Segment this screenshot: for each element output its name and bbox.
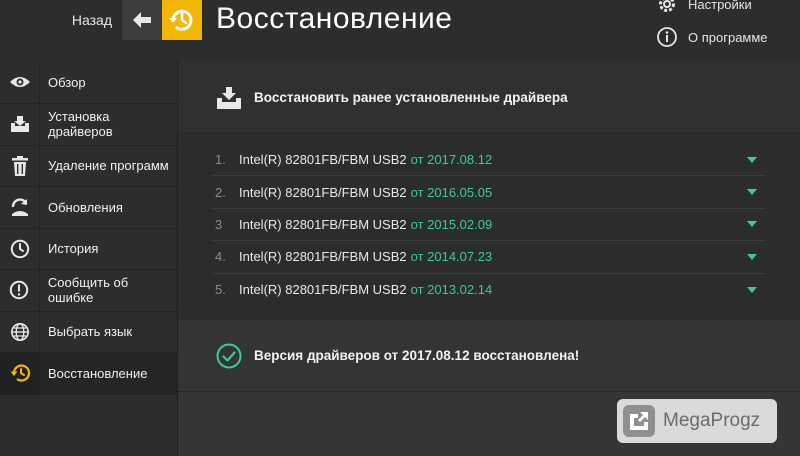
driver-number: 1.	[215, 152, 226, 168]
globe-icon	[0, 311, 40, 352]
sidebar-item-uninstall[interactable]: Удаление программ	[0, 145, 177, 187]
success-message: Версия драйверов от 2017.08.12 восстанов…	[254, 348, 580, 363]
driver-row[interactable]: 1. Intel(R) 82801FB/FBM USB2 от 2017.08.…	[213, 144, 765, 177]
sidebar-item-restore[interactable]: Восстановление	[0, 353, 177, 395]
back-link[interactable]: Назад	[0, 0, 122, 40]
restore-header-icon	[162, 0, 202, 40]
driver-row[interactable]: 2. Intel(R) 82801FB/FBM USB2 от 2016.05.…	[213, 176, 765, 209]
update-icon	[0, 187, 40, 228]
clock-icon	[0, 228, 40, 269]
driver-date: от 2014.07.23	[410, 249, 493, 265]
trash-icon	[0, 145, 40, 186]
driver-name: Intel(R) 82801FB/FBM USB2	[239, 184, 407, 200]
chevron-down-icon[interactable]	[747, 253, 757, 260]
driver-row[interactable]: 3 Intel(R) 82801FB/FBM USB2 от 2015.02.0…	[213, 209, 765, 242]
arrow-left-icon	[133, 12, 151, 28]
main-panel: Восстановить ранее установленные драйвер…	[178, 62, 800, 456]
driver-name: Intel(R) 82801FB/FBM USB2	[239, 152, 407, 168]
sidebar-item-label: Обзор	[48, 74, 86, 90]
driver-number: 2.	[215, 184, 226, 200]
settings-label: Настройки	[688, 0, 752, 12]
sidebar-item-updates[interactable]: Обновления	[0, 187, 177, 229]
sidebar-item-history[interactable]: История	[0, 228, 177, 270]
watermark-logo-icon	[623, 405, 655, 437]
driver-list: 1. Intel(R) 82801FB/FBM USB2 от 2017.08.…	[178, 134, 800, 320]
chevron-down-icon[interactable]	[747, 156, 757, 163]
about-label: О программе	[688, 29, 768, 45]
driver-name: Intel(R) 82801FB/FBM USB2	[239, 282, 407, 298]
header: Назад Восстановление Настройки О програм…	[0, 0, 800, 62]
driver-name: Intel(R) 82801FB/FBM USB2	[239, 249, 407, 265]
check-circle-icon	[216, 343, 242, 368]
driver-row[interactable]: 4. Intel(R) 82801FB/FBM USB2 от 2014.07.…	[213, 241, 765, 274]
driver-number: 5.	[215, 282, 226, 298]
alert-icon	[0, 270, 40, 311]
sidebar-item-label: Восстановление	[48, 365, 148, 381]
sidebar-item-report-bug[interactable]: Сообщить об ошибке	[0, 270, 177, 312]
download-tray-icon	[217, 86, 241, 109]
restore-heading: Восстановить ранее установленные драйвер…	[254, 90, 568, 105]
driver-date: от 2015.02.09	[410, 216, 493, 232]
eye-icon	[0, 62, 40, 103]
back-button[interactable]	[122, 0, 162, 40]
sidebar-item-label: Удаление программ	[48, 158, 169, 174]
about-link[interactable]: О программе	[656, 25, 768, 49]
driver-number: 4.	[215, 249, 226, 265]
driver-date: от 2013.02.14	[410, 282, 493, 298]
watermark-text: MegaProgz	[663, 410, 761, 431]
sidebar-item-install-drivers[interactable]: Установка драйверов	[0, 103, 177, 146]
sidebar-item-label: История	[48, 241, 99, 257]
chevron-down-icon[interactable]	[747, 189, 757, 196]
driver-name: Intel(R) 82801FB/FBM USB2	[239, 216, 407, 232]
chevron-down-icon[interactable]	[747, 286, 757, 293]
restore-icon	[0, 353, 40, 394]
sidebar-item-label: Обновления	[48, 199, 123, 215]
driver-install-icon	[0, 103, 40, 145]
page-title: Восстановление	[216, 2, 453, 35]
driver-date: от 2017.08.12	[410, 152, 493, 168]
gear-icon	[656, 0, 678, 14]
settings-link[interactable]: Настройки	[656, 0, 752, 16]
driver-number: 3	[215, 216, 223, 232]
back-label: Назад	[71, 12, 112, 28]
success-banner: Версия драйверов от 2017.08.12 восстанов…	[178, 320, 800, 392]
driver-row[interactable]: 5. Intel(R) 82801FB/FBM USB2 от 2013.02.…	[213, 274, 765, 306]
driver-date: от 2016.05.05	[410, 184, 493, 200]
sidebar-item-overview[interactable]: Обзор	[0, 62, 177, 104]
sidebar-item-label: Установка драйверов	[48, 109, 113, 139]
sidebar-item-language[interactable]: Выбрать язык	[0, 311, 177, 353]
chevron-down-icon[interactable]	[747, 221, 757, 228]
info-icon	[656, 26, 678, 48]
sidebar: Обзор Установка драйверов Удаление прогр…	[0, 62, 178, 456]
restore-previous-drivers[interactable]: Восстановить ранее установленные драйвер…	[178, 62, 800, 134]
watermark: MegaProgz	[617, 399, 777, 443]
sidebar-item-label: Выбрать язык	[48, 324, 133, 340]
sidebar-item-label: Сообщить об ошибке	[47, 275, 129, 306]
